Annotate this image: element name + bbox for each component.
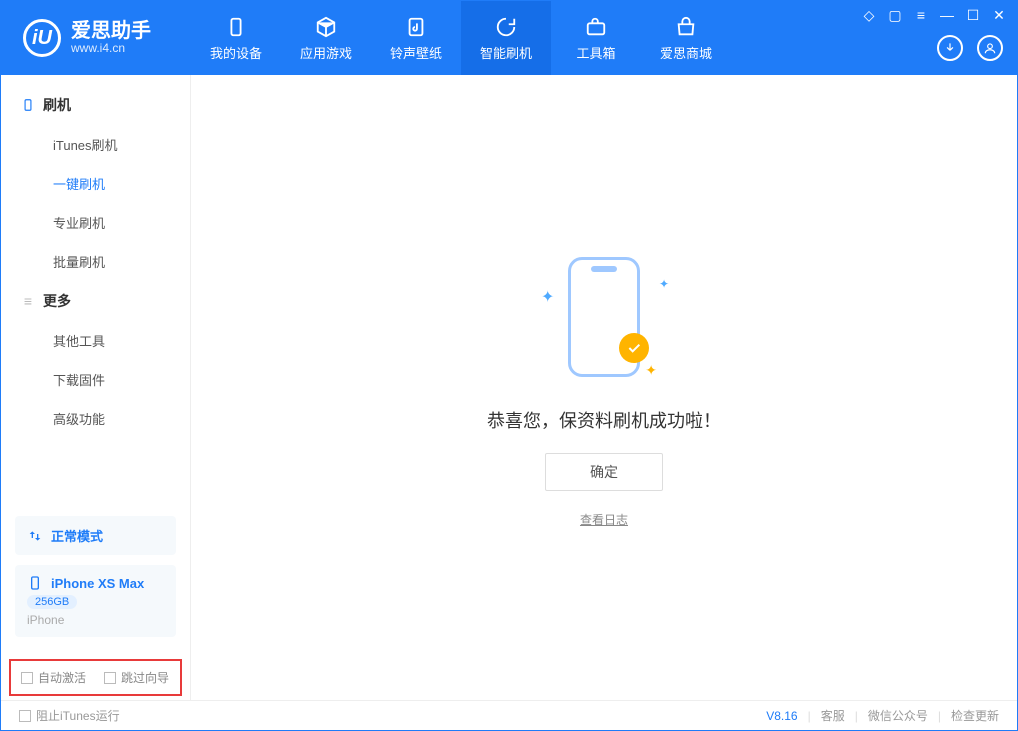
sidebar-section-flash: 刷机 <box>1 85 190 125</box>
checkbox-stop-itunes[interactable]: 阻止iTunes运行 <box>19 707 120 724</box>
tab-ringtones-wallpapers[interactable]: 铃声壁纸 <box>371 1 461 75</box>
checkbox-label: 自动激活 <box>38 669 86 686</box>
sparkle-icon: ✦ <box>659 277 669 291</box>
sidebar-item-download-firmware[interactable]: 下载固件 <box>1 360 190 399</box>
ok-button[interactable]: 确定 <box>545 453 663 491</box>
tab-smart-flash[interactable]: 智能刷机 <box>461 1 551 75</box>
checkbox-label: 跳过向导 <box>121 669 169 686</box>
checkbox-skip-wizard[interactable]: 跳过向导 <box>104 669 169 686</box>
tab-label: 智能刷机 <box>480 43 532 62</box>
sidebar-section-more: ≡ 更多 <box>1 281 190 321</box>
device-panel[interactable]: iPhone XS Max 256GB iPhone <box>15 565 176 637</box>
check-update-link[interactable]: 检查更新 <box>951 707 999 724</box>
sidebar-item-batch-flash[interactable]: 批量刷机 <box>1 242 190 281</box>
check-badge-icon <box>619 333 649 363</box>
device-name: iPhone XS Max <box>51 576 144 591</box>
checkbox-icon <box>104 672 116 684</box>
customer-service-link[interactable]: 客服 <box>821 707 845 724</box>
tab-toolbox[interactable]: 工具箱 <box>551 1 641 75</box>
logo-icon: iU <box>23 19 61 57</box>
app-logo: iU 爱思助手 www.i4.cn <box>1 1 191 75</box>
sparkle-icon: ✦ <box>541 287 554 307</box>
titlebar: iU 爱思助手 www.i4.cn 我的设备 应用游戏 铃声壁纸 智能刷机 <box>1 1 1017 75</box>
refresh-shield-icon <box>494 15 518 39</box>
device-panels: 正常模式 iPhone XS Max 256GB iPhone <box>1 516 190 659</box>
phone-icon <box>224 15 248 39</box>
tab-label: 应用游戏 <box>300 43 352 62</box>
main-tabs: 我的设备 应用游戏 铃声壁纸 智能刷机 工具箱 爱思商城 <box>191 1 731 75</box>
wechat-link[interactable]: 微信公众号 <box>868 707 928 724</box>
account-button[interactable] <box>977 35 1003 61</box>
sidebar-item-oneclick-flash[interactable]: 一键刷机 <box>1 164 190 203</box>
tab-store[interactable]: 爱思商城 <box>641 1 731 75</box>
window-controls: ◇ ▢ ≡ — ☐ ✕ <box>861 7 1007 24</box>
tab-my-device[interactable]: 我的设备 <box>191 1 281 75</box>
skin-icon[interactable]: ◇ <box>861 7 877 24</box>
close-button[interactable]: ✕ <box>991 7 1007 24</box>
device-icon <box>21 98 35 112</box>
download-button[interactable] <box>937 35 963 61</box>
tab-label: 工具箱 <box>576 43 615 62</box>
feedback-icon[interactable]: ▢ <box>887 7 903 24</box>
tab-apps-games[interactable]: 应用游戏 <box>281 1 371 75</box>
success-panel: ✦ ✦ ✦ 恭喜您，保资料刷机成功啦！ 确定 查看日志 <box>487 247 721 528</box>
app-url: www.i4.cn <box>71 42 151 55</box>
checkbox-icon <box>21 672 33 684</box>
sidebar-item-advanced[interactable]: 高级功能 <box>1 399 190 438</box>
view-log-link[interactable]: 查看日志 <box>580 511 628 528</box>
success-title: 恭喜您，保资料刷机成功啦！ <box>487 407 721 433</box>
device-type: iPhone <box>27 613 164 627</box>
sidebar-item-other-tools[interactable]: 其他工具 <box>1 321 190 360</box>
swap-icon <box>27 528 43 544</box>
device-storage-badge: 256GB <box>27 595 77 609</box>
section-title: 更多 <box>43 291 71 311</box>
flash-options-row: 自动激活 跳过向导 <box>9 659 182 696</box>
checkbox-auto-activate[interactable]: 自动激活 <box>21 669 86 686</box>
menu-icon[interactable]: ≡ <box>913 7 929 24</box>
sparkle-icon: ✦ <box>645 362 657 379</box>
statusbar: 阻止iTunes运行 V8.16 | 客服 | 微信公众号 | 检查更新 <box>1 700 1017 730</box>
phone-icon <box>27 575 43 591</box>
cube-icon <box>314 15 338 39</box>
sidebar-item-pro-flash[interactable]: 专业刷机 <box>1 203 190 242</box>
store-icon <box>674 15 698 39</box>
minimize-button[interactable]: — <box>939 7 955 24</box>
tab-label: 爱思商城 <box>660 43 712 62</box>
checkbox-label: 阻止iTunes运行 <box>36 707 120 724</box>
toolbox-icon <box>584 15 608 39</box>
body: 刷机 iTunes刷机 一键刷机 专业刷机 批量刷机 ≡ 更多 其他工具 下载固… <box>1 75 1017 700</box>
music-file-icon <box>404 15 428 39</box>
header-right-actions <box>937 35 1003 61</box>
checkbox-icon <box>19 710 31 722</box>
list-icon: ≡ <box>21 294 35 308</box>
sidebar-item-itunes-flash[interactable]: iTunes刷机 <box>1 125 190 164</box>
sidebar: 刷机 iTunes刷机 一键刷机 专业刷机 批量刷机 ≡ 更多 其他工具 下载固… <box>1 75 191 700</box>
version-label: V8.16 <box>766 709 797 723</box>
maximize-button[interactable]: ☐ <box>965 7 981 24</box>
mode-label: 正常模式 <box>51 526 103 545</box>
app-name: 爱思助手 <box>71 20 151 42</box>
tab-label: 铃声壁纸 <box>390 43 442 62</box>
mode-panel[interactable]: 正常模式 <box>15 516 176 555</box>
tab-label: 我的设备 <box>210 43 262 62</box>
success-illustration: ✦ ✦ ✦ <box>529 247 679 387</box>
main-content: ✦ ✦ ✦ 恭喜您，保资料刷机成功啦！ 确定 查看日志 <box>191 75 1017 700</box>
app-window: iU 爱思助手 www.i4.cn 我的设备 应用游戏 铃声壁纸 智能刷机 <box>0 0 1018 731</box>
section-title: 刷机 <box>43 95 71 115</box>
